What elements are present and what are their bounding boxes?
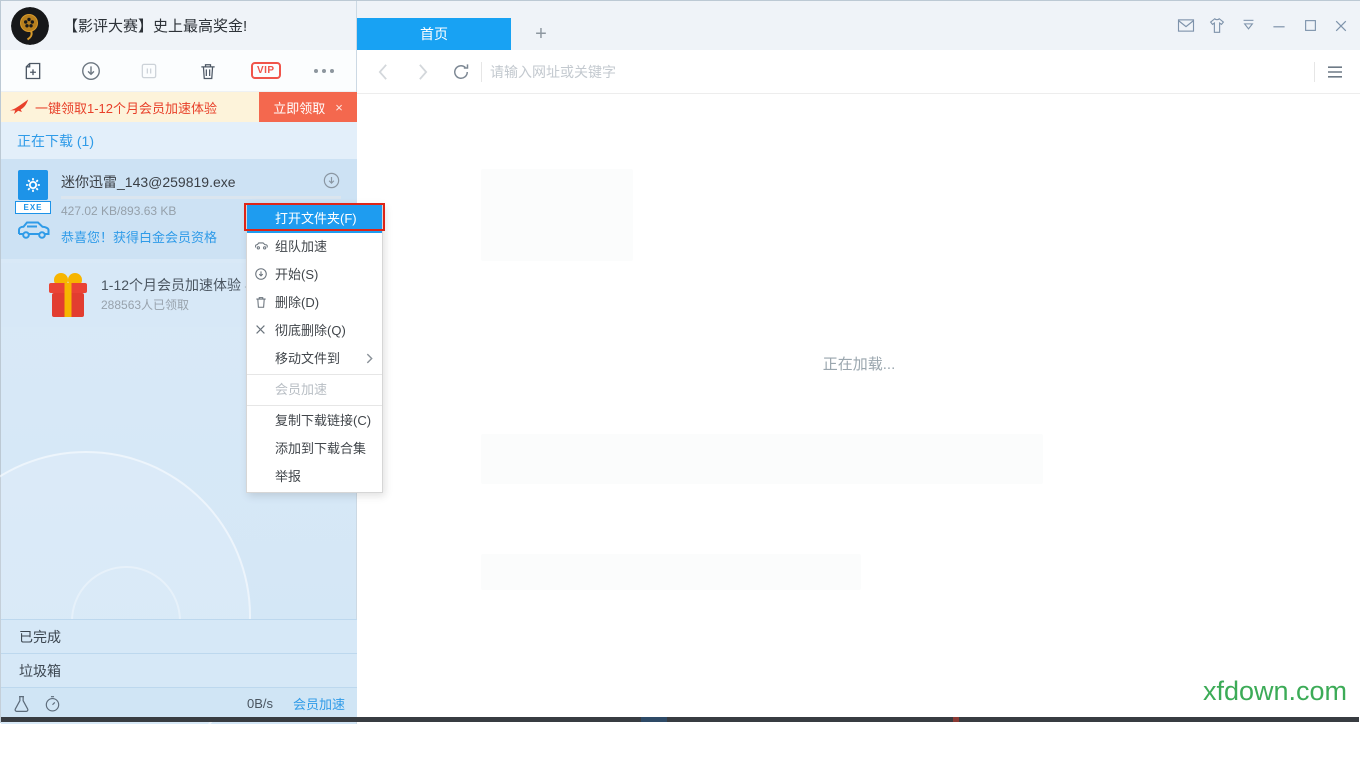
back-button[interactable] — [371, 60, 395, 84]
loading-skeleton — [481, 169, 633, 261]
browser-navbar — [357, 50, 1360, 94]
loading-skeleton — [481, 434, 1043, 484]
pause-all-icon — [139, 61, 159, 81]
rocket-icon — [9, 98, 29, 116]
minimize-icon — [1271, 18, 1287, 34]
forward-button[interactable] — [411, 60, 435, 84]
menu-item-copy-link[interactable]: 复制下载链接(C) — [247, 407, 382, 435]
forward-icon — [417, 63, 429, 81]
speed-text: 0B/s — [247, 696, 273, 711]
navbar-divider — [481, 62, 482, 82]
banner-close-icon[interactable]: × — [335, 100, 343, 115]
start-all-icon — [80, 60, 102, 82]
car-icon — [254, 239, 269, 252]
stopwatch-icon[interactable] — [44, 695, 61, 713]
car-icon — [15, 215, 53, 243]
download-filename: 迷你迅雷_143@259819.exe — [61, 172, 236, 192]
new-task-button[interactable] — [19, 57, 47, 85]
gear-exe-icon — [24, 176, 42, 194]
context-menu: 打开文件夹(F) 组队加速 开始(S) 删除(D) 彻底删除(Q) 移动文件到 … — [246, 203, 383, 493]
menu-item-member-accelerate: 会员加速 — [247, 376, 382, 404]
window-controls — [1176, 1, 1351, 50]
browser-panel: 首页 + — [357, 1, 1360, 724]
film-reel-logo[interactable] — [11, 7, 49, 45]
address-input[interactable] — [490, 64, 1306, 80]
section-completed[interactable]: 已完成 — [1, 619, 357, 653]
menu-divider — [247, 405, 382, 406]
menu-item-start[interactable]: 开始(S) — [247, 261, 382, 289]
delete-icon — [198, 61, 218, 81]
refresh-button[interactable] — [449, 60, 473, 84]
minimize-button[interactable] — [1269, 16, 1289, 36]
maximize-button[interactable] — [1300, 16, 1320, 36]
loading-text: 正在加载... — [357, 353, 1360, 374]
x-icon — [254, 323, 267, 336]
section-downloading[interactable]: 正在下载 (1) — [1, 122, 357, 159]
start-icon — [254, 267, 268, 281]
claim-now-button[interactable]: 立即领取 — [273, 98, 325, 117]
menu-item-team-accelerate[interactable]: 组队加速 — [247, 233, 382, 261]
trash-icon — [254, 295, 268, 309]
new-task-icon — [23, 61, 43, 81]
status-bar: 0B/s 会员加速 — [1, 687, 357, 719]
member-accelerate-link[interactable]: 会员加速 — [293, 694, 345, 713]
navbar-divider — [1314, 62, 1315, 82]
vip-icon: VIP — [251, 62, 281, 79]
menu-item-open-folder[interactable]: 打开文件夹(F) — [247, 205, 382, 233]
mail-button[interactable] — [1176, 16, 1196, 36]
loading-skeleton — [481, 554, 861, 590]
tray-button[interactable] — [1238, 16, 1258, 36]
ad-claimed-count: 288563人已领取 — [101, 296, 189, 313]
tray-icon — [1240, 18, 1257, 34]
download-status-button[interactable] — [322, 171, 341, 190]
browser-menu-button[interactable] — [1323, 60, 1347, 84]
hamburger-menu-icon — [1326, 65, 1344, 79]
menu-item-move-to[interactable]: 移动文件到 — [247, 345, 382, 373]
more-button[interactable] — [310, 57, 338, 85]
watermark: xfdown.com — [1203, 676, 1347, 707]
banner-text: 一键领取1-12个月会员加速体验 — [35, 98, 217, 117]
skin-button[interactable] — [1207, 16, 1227, 36]
download-circle-icon — [322, 171, 341, 190]
menu-item-delete-completely[interactable]: 彻底删除(Q) — [247, 317, 382, 345]
close-button[interactable] — [1331, 16, 1351, 36]
browser-content: 正在加载... xfdown.com — [357, 94, 1360, 719]
flask-icon[interactable] — [13, 695, 30, 713]
file-type-badge: EXE — [15, 201, 51, 214]
skin-icon — [1208, 17, 1226, 34]
promo-banner: 一键领取1-12个月会员加速体验 立即领取 × — [1, 92, 357, 122]
refresh-icon — [451, 62, 471, 82]
download-toolbar: VIP — [1, 50, 356, 92]
back-icon — [377, 63, 389, 81]
menu-item-add-to-collection[interactable]: 添加到下载合集 — [247, 435, 382, 463]
start-all-button[interactable] — [77, 57, 105, 85]
menu-item-report[interactable]: 举报 — [247, 463, 382, 491]
pause-all-button[interactable] — [135, 57, 163, 85]
window-close-icon — [1333, 18, 1349, 34]
exe-file-icon — [18, 170, 48, 200]
delete-button[interactable] — [194, 57, 222, 85]
menu-divider — [247, 374, 382, 375]
new-tab-button[interactable]: + — [525, 18, 557, 50]
gift-icon — [43, 269, 93, 321]
reward-text: 恭喜您！获得白金会员资格 — [61, 227, 217, 246]
section-trash[interactable]: 垃圾箱 — [1, 653, 357, 687]
maximize-icon — [1303, 18, 1318, 33]
promo-title[interactable]: 【影评大赛】史上最高奖金! — [63, 15, 247, 36]
progress-bar — [61, 196, 341, 199]
browser-header: 首页 + — [357, 1, 1360, 50]
download-size-text: 427.02 KB/893.63 KB — [61, 204, 176, 218]
vip-button[interactable]: VIP — [252, 57, 280, 85]
taskbar-edge — [1, 717, 1359, 722]
chevron-right-icon — [366, 353, 373, 364]
tab-home[interactable]: 首页 — [357, 18, 511, 50]
menu-item-delete[interactable]: 删除(D) — [247, 289, 382, 317]
app-header: 【影评大赛】史上最高奖金! — [1, 1, 356, 50]
more-icon — [314, 69, 334, 73]
mail-icon — [1177, 18, 1195, 33]
